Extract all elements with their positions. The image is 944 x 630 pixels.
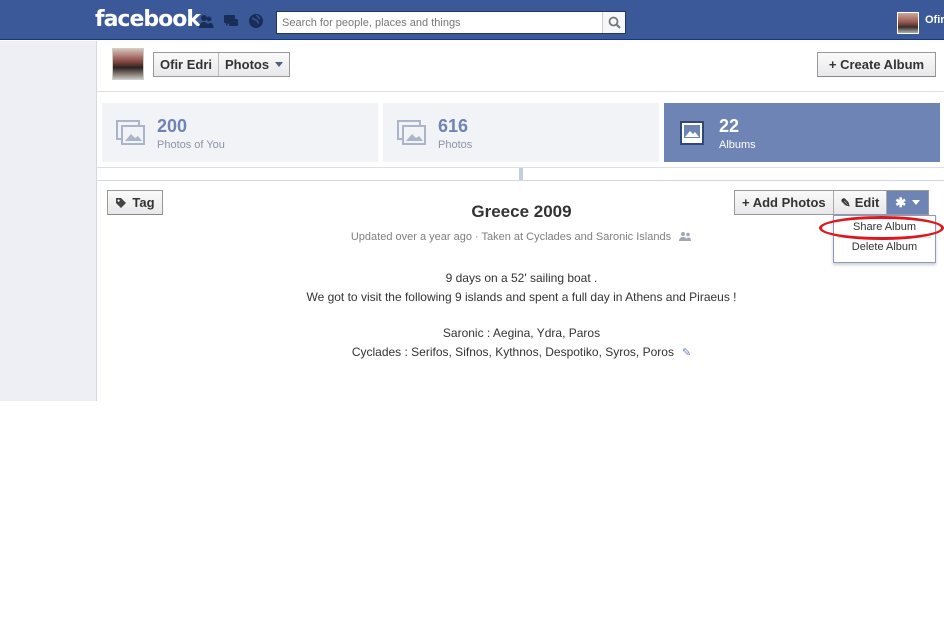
album-meta-text: Updated over a year ago · Taken at Cycla… [350,231,672,243]
pencil-icon: ✎ [840,195,851,210]
tile-photos-of-you[interactable]: 200 Photos of You [102,103,378,162]
user-name-link[interactable]: Ofir [925,14,944,26]
description-line-text: Cyclades : Serifos, Sifnos, Kythnos, Des… [351,344,674,359]
search-button[interactable] [602,12,625,33]
album-description: 9 days on a 52' sailing boat . We got to… [300,269,743,362]
menu-divider [838,237,931,238]
photos-stack-icon [116,120,145,145]
friend-requests-icon[interactable] [198,13,214,29]
gear-icon: ✱ [895,194,907,210]
description-line: We got to visit the following 9 islands … [306,289,737,304]
edit-button[interactable]: ✎ Edit [832,191,887,214]
albums-count: 22 [719,116,740,136]
photos-of-you-label: Photos of You [157,139,225,151]
breadcrumb: Ofir Edri Photos [153,52,291,77]
description-line-last: Cyclades : Serifos, Sifnos, Kythnos, Des… [300,343,743,363]
gear-dropdown-button[interactable]: ✱ [886,191,929,214]
delete-album-menu-item[interactable]: Delete Album [834,241,935,253]
share-album-menu-item[interactable]: Share Album [834,221,935,233]
photos-label: Photos [438,139,473,151]
chevron-down-icon [275,62,284,67]
description-line: Saronic : Aegina, Ydra, Paros [442,326,601,340]
chevron-down-icon [912,200,921,205]
photos-of-you-count: 200 [157,116,188,136]
tile-albums[interactable]: 22 Albums [664,103,940,162]
search-box [276,11,626,34]
edit-label: Edit [854,195,880,210]
notifications-globe-icon[interactable] [248,13,264,29]
top-navigation-bar: facebook Ofir [0,0,944,40]
album-title: Greece 2009 [471,202,572,221]
profile-picture[interactable] [112,48,144,80]
albums-label: Albums [719,139,756,151]
breadcrumb-section-dropdown[interactable]: Photos [218,53,289,76]
user-avatar[interactable] [897,12,919,34]
tile-photos[interactable]: 616 Photos [383,103,659,162]
section-label: Photos [225,57,270,72]
photos-stack-icon [397,120,426,145]
privacy-friends-icon[interactable] [678,231,692,241]
divider [97,91,944,92]
breadcrumb-profile-name[interactable]: Ofir Edri [154,53,218,76]
photos-count: 616 [438,116,469,136]
left-column [0,41,96,401]
tag-label: Tag [132,195,155,210]
tag-icon [116,197,127,208]
create-album-button[interactable]: + Create Album [817,52,936,77]
album-options-menu: Share Album Delete Album [833,215,936,263]
facebook-logo[interactable]: facebook [95,7,201,32]
description-line: 9 days on a 52' sailing boat . [445,271,598,285]
tile-connector [519,168,523,180]
magnifier-icon [608,16,621,29]
add-photos-button[interactable]: + Add Photos [735,191,833,214]
messages-icon[interactable] [223,13,239,29]
profile-name-label: Ofir Edri [160,57,213,72]
pencil-icon[interactable]: ✎ [682,344,691,363]
tag-button[interactable]: Tag [107,190,163,215]
facebook-window: facebook Ofir Ofir Ed [0,0,944,630]
album-icon [680,121,704,145]
album-meta: Updated over a year ago · Taken at Cycla… [300,231,743,243]
album-actions: + Add Photos ✎ Edit ✱ [734,190,930,215]
search-input[interactable] [277,12,603,33]
